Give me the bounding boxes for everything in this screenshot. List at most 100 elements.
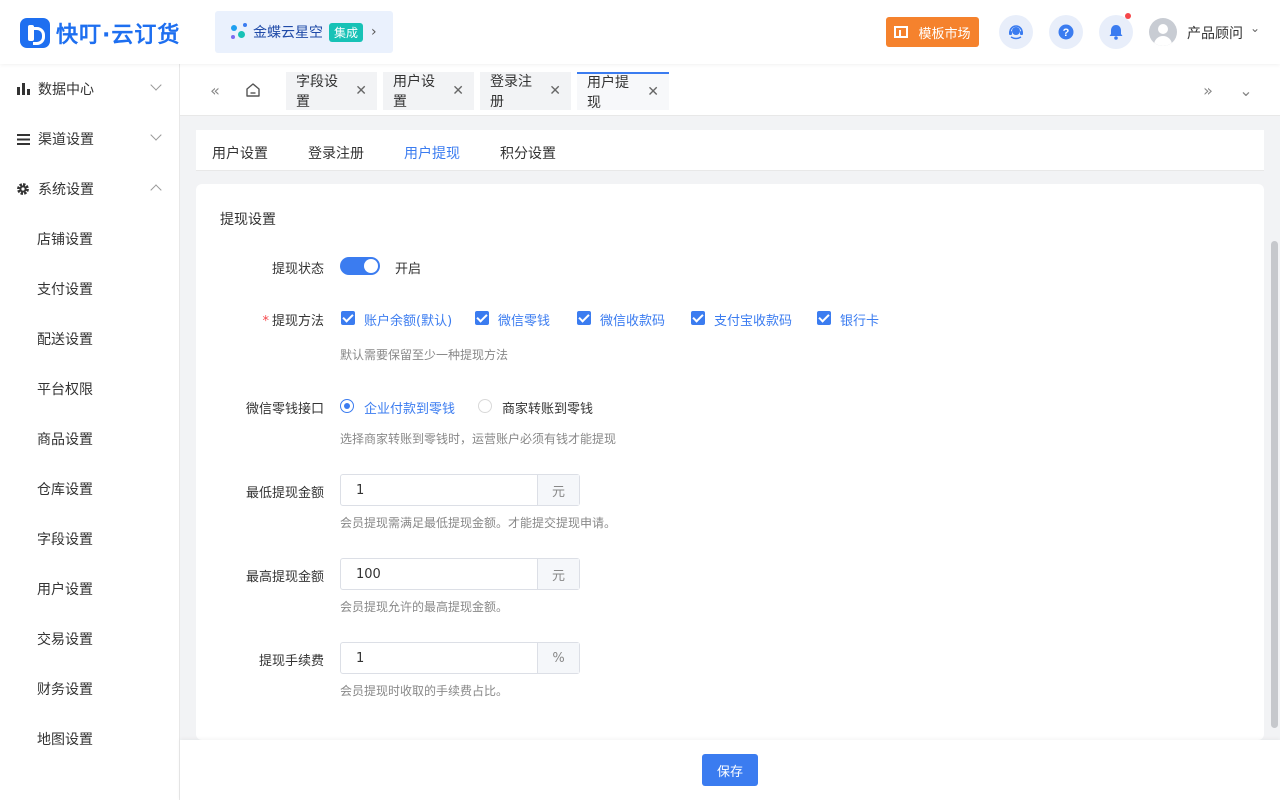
method-balance-checkbox[interactable] [341,311,355,325]
sidebar-item-trade[interactable]: 交易设置 [0,614,179,664]
logo-text: 快叮·云订货 [56,23,181,48]
close-icon[interactable]: ✕ [355,83,367,99]
max-amount-input[interactable] [341,559,537,589]
method-bank-card-checkbox[interactable] [817,311,831,325]
max-amount-hint: 会员提现允许的最高提现金额。 [340,600,509,614]
sidebar-group-label: 数据中心 [38,82,94,98]
page-tab-fields[interactable]: 字段设置 ✕ [286,72,377,110]
sidebar: 数据中心 渠道设置 系统设置 店铺设置 支付设置 配送设置 平台权限 商品设置 … [0,64,180,800]
method-label: * 提现方法 [204,310,324,329]
sidebar-item-users[interactable]: 用户设置 [0,564,179,614]
footer-bar: 保存 [180,740,1280,800]
close-icon[interactable]: ✕ [549,83,561,99]
sidebar-group-data-center[interactable]: 数据中心 [0,64,179,114]
headset-icon [1009,25,1023,40]
method-alipay-qr-checkbox[interactable] [691,311,705,325]
fee-group: % [340,642,580,674]
scrollbar-thumb[interactable] [1271,241,1278,728]
sidebar-item-payment[interactable]: 支付设置 [0,264,179,314]
erp-name: 金蝶云星空 [253,25,323,41]
close-icon[interactable]: ✕ [452,83,464,99]
section-title: 提现设置 [220,212,276,228]
method-wechat-change-checkbox[interactable] [475,311,489,325]
tab-login-register[interactable]: 登录注册 [308,143,364,163]
double-chevron-right-icon[interactable]: » [1198,80,1218,100]
page-tab-users[interactable]: 用户设置 ✕ [383,72,474,110]
wechat-api-enterprise-radio[interactable] [340,399,354,413]
logo-mark-icon [20,18,50,48]
max-amount-unit: 元 [537,559,579,589]
help-button[interactable]: ? [1049,15,1083,49]
double-chevron-left-icon[interactable]: « [205,80,225,100]
sidebar-item-warehouse[interactable]: 仓库设置 [0,464,179,514]
save-button[interactable]: 保存 [702,754,758,786]
required-mark: * [262,314,269,329]
wechat-api-hint: 选择商家转账到零钱时，运营账户必须有钱才能提现 [340,432,617,446]
fee-input[interactable] [341,643,537,673]
chevron-down-icon[interactable]: ⌄ [1236,80,1256,100]
wechat-api-merchant-radio[interactable] [478,399,492,413]
unread-dot [1125,13,1131,19]
fee-label: 提现手续费 [258,654,324,669]
page-tab-label: 字段设置 [296,74,338,110]
wechat-api-merchant-label[interactable]: 商家转账到零钱 [502,398,593,417]
chevron-right-icon: › [371,24,377,40]
tab-withdrawal[interactable]: 用户提现 [404,143,460,163]
status-value: 开启 [395,262,422,277]
sidebar-item-store[interactable]: 店铺设置 [0,214,179,264]
withdrawal-settings-card: 提现设置 提现状态 开启 * 提现方法 账户余额(默认) 微信零钱 微信收款码 支… [196,184,1264,740]
withdrawal-status-toggle[interactable] [340,257,380,275]
template-market-label: 模板市场 [918,26,971,42]
method-alipay-qr-label[interactable]: 支付宝收款码 [714,310,792,329]
sidebar-item-permissions[interactable]: 平台权限 [0,364,179,414]
user-name[interactable]: 产品顾问 [1187,23,1243,43]
fee-unit: % [537,643,579,673]
method-balance-label[interactable]: 账户余额(默认) [364,310,452,329]
home-icon[interactable] [243,80,263,100]
method-hint: 默认需要保留至少一种提现方法 [340,348,509,362]
template-market-button[interactable]: 模板市场 [886,17,979,47]
page-tab-login[interactable]: 登录注册 ✕ [480,72,571,110]
template-icon [894,26,909,38]
wechat-api-enterprise-label[interactable]: 企业付款到零钱 [364,398,455,417]
sidebar-item-map[interactable]: 地图设置 [0,714,179,764]
max-amount-label: 最高提现金额 [245,570,324,585]
chevron-down-icon [150,129,162,141]
sidebar-item-products[interactable]: 商品设置 [0,414,179,464]
app-logo[interactable]: 快叮·云订货 [20,17,180,49]
method-wechat-qr-label[interactable]: 微信收款码 [600,310,665,329]
page-tab-bar: « 字段设置 ✕ 用户设置 ✕ 登录注册 ✕ 用户提现 ✕ » ⌄ [180,64,1280,116]
sidebar-group-label: 渠道设置 [38,132,94,148]
page-tab-label: 用户设置 [393,74,435,110]
chevron-down-icon [150,79,162,91]
notification-button[interactable] [1099,13,1133,49]
tab-points[interactable]: 积分设置 [500,143,556,163]
bar-chart-icon [16,82,30,96]
min-amount-hint: 会员提现需满足最低提现金额。才能提交提现申请。 [340,516,617,530]
bell-icon [1109,25,1123,40]
erp-integration-switch[interactable]: 金蝶云星空 集成 › [215,11,393,53]
avatar[interactable] [1149,18,1177,46]
sidebar-item-fields[interactable]: 字段设置 [0,514,179,564]
method-wechat-qr-checkbox[interactable] [577,311,591,325]
method-bank-card-label[interactable]: 银行卡 [840,310,879,329]
close-icon[interactable]: ✕ [647,84,659,100]
max-amount-group: 元 [340,558,580,590]
customer-service-button[interactable] [999,15,1033,49]
sidebar-group-label: 系统设置 [38,182,94,198]
kingdee-logo-icon [229,21,251,43]
sidebar-item-finance[interactable]: 财务设置 [0,664,179,714]
integration-badge: 集成 [329,22,364,42]
help-icon: ? [1058,24,1074,40]
min-amount-label: 最低提现金额 [245,486,324,501]
sidebar-item-delivery[interactable]: 配送设置 [0,314,179,364]
chevron-down-icon[interactable]: ⌄ [1250,21,1260,35]
fee-hint: 会员提现时收取的手续费占比。 [340,684,509,698]
sidebar-group-channel[interactable]: 渠道设置 [0,114,179,164]
method-wechat-change-label[interactable]: 微信零钱 [498,310,550,329]
tab-user-settings[interactable]: 用户设置 [212,143,268,163]
min-amount-input[interactable] [341,475,537,505]
page-tab-withdrawal[interactable]: 用户提现 ✕ [577,72,669,111]
sidebar-group-system[interactable]: 系统设置 [0,164,179,214]
svg-text:?: ? [1063,27,1070,39]
